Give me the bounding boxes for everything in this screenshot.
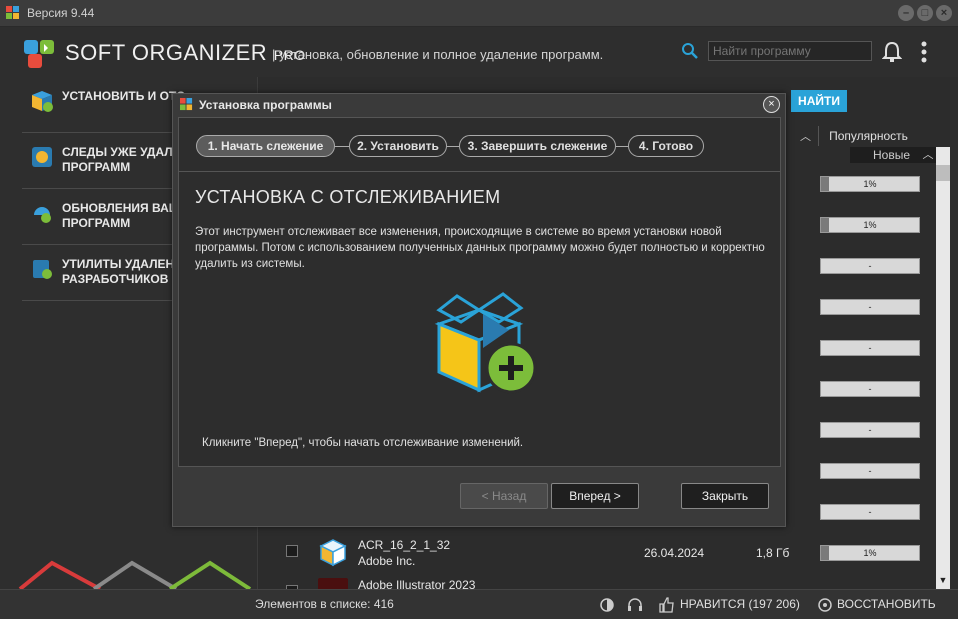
dialog-title: Установка программы <box>199 98 332 112</box>
dialog-title-bar: Установка программы × <box>173 94 785 116</box>
popularity-column-header[interactable]: Популярность <box>818 126 918 146</box>
step-2: 2. Установить <box>349 135 447 157</box>
step-connector <box>447 146 459 147</box>
maximize-button[interactable]: □ <box>917 5 933 21</box>
dialog-hint: Кликните "Вперед", чтобы начать отслежив… <box>202 437 524 449</box>
more-menu-icon[interactable] <box>921 41 927 63</box>
dialog-description: Этот инструмент отслеживает все изменени… <box>195 226 765 270</box>
app-logo-icon <box>180 98 193 111</box>
row-size: 1,8 Гб <box>756 546 790 560</box>
popularity-value: - <box>868 507 872 517</box>
next-button[interactable]: Вперед > <box>551 483 639 509</box>
popularity-bar: 1% <box>820 217 920 233</box>
search-icon[interactable] <box>681 42 699 60</box>
popularity-value: - <box>868 261 872 271</box>
step-3: 3. Завершить слежение <box>459 135 616 157</box>
title-bar: Версия 9.44 – □ × <box>0 0 958 27</box>
sort-selector[interactable]: Новые <box>850 147 920 163</box>
wizard-steps: 1. Начать слежение 2. Установить 3. Заве… <box>179 118 780 172</box>
popularity-bar: - <box>820 504 920 520</box>
row-program-name: Adobe Illustrator 2023 <box>358 578 476 589</box>
find-button[interactable]: НАЙТИ <box>791 90 847 112</box>
utilities-icon <box>33 260 52 279</box>
status-bar: Элементов в списке: 416 НРАВИТСЯ (197 20… <box>0 589 958 619</box>
install-box-icon <box>434 292 537 394</box>
step-4: 4. Готово <box>628 135 704 157</box>
popularity-bar: - <box>820 422 920 438</box>
updates-icon <box>34 207 51 223</box>
minimize-button[interactable]: – <box>898 5 914 21</box>
scroll-down-icon[interactable]: ▼ <box>936 572 950 588</box>
version-label: Версия 9.44 <box>27 6 95 20</box>
popularity-bar: - <box>820 340 920 356</box>
popularity-fill <box>821 177 829 191</box>
step-1: 1. Начать слежение <box>196 135 335 157</box>
row-checkbox[interactable] <box>286 545 298 557</box>
row-program-name: ACR_16_2_1_32 <box>358 538 451 552</box>
package-icon <box>319 539 347 567</box>
popularity-bar: - <box>820 258 920 274</box>
brand-logo-icon <box>24 40 54 68</box>
install-program-dialog: Установка программы × 1. Начать слежение… <box>172 93 786 527</box>
dialog-content: 1. Начать слежение 2. Установить 3. Заве… <box>178 117 781 467</box>
popularity-value: - <box>868 343 872 353</box>
decorative-zigzag <box>18 560 252 589</box>
app-logo-icon <box>6 6 19 19</box>
popularity-fill <box>821 218 829 232</box>
row-date: 26.04.2024 <box>644 546 705 560</box>
header: SOFT ORGANIZER PRO | установка, обновлен… <box>0 27 958 77</box>
popularity-value: 1% <box>863 548 877 558</box>
bell-icon[interactable] <box>882 41 902 63</box>
popularity-bar: - <box>820 299 920 315</box>
install-icon <box>32 91 53 112</box>
popularity-value: 1% <box>863 179 877 189</box>
restore-button[interactable]: ВОССТАНОВИТЬ <box>837 597 936 611</box>
popularity-bar: - <box>820 463 920 479</box>
popularity-value: - <box>868 384 872 394</box>
thumbs-up-icon[interactable] <box>658 596 676 614</box>
dialog-heading: УСТАНОВКА С ОТСЛЕЖИВАНИЕМ <box>195 187 501 207</box>
popularity-value: 1% <box>863 220 877 230</box>
popularity-value: - <box>868 466 872 476</box>
collapse-up-icon[interactable]: ︿ <box>800 128 811 144</box>
support-headset-icon[interactable] <box>626 596 644 614</box>
search-input[interactable] <box>708 41 872 61</box>
popularity-bar: - <box>820 381 920 397</box>
vertical-scrollbar[interactable] <box>936 147 950 589</box>
theme-toggle-icon[interactable] <box>598 596 616 614</box>
dialog-close-icon[interactable]: × <box>763 96 780 113</box>
close-window-button[interactable]: × <box>936 5 952 21</box>
row-publisher: Adobe Inc. <box>358 554 416 568</box>
close-button[interactable]: Закрыть <box>681 483 769 509</box>
step-connector <box>616 146 628 147</box>
step-connector <box>335 146 349 147</box>
popularity-fill <box>821 546 829 560</box>
restore-icon[interactable] <box>816 596 834 614</box>
brand-name: SOFT ORGANIZER PRO <box>65 40 306 65</box>
likes-button[interactable]: НРАВИТСЯ (197 206) <box>680 597 800 611</box>
chevron-up-icon[interactable]: ︿ <box>920 147 936 163</box>
traces-icon <box>32 147 52 167</box>
tagline: | установка, обновление и полное удалени… <box>272 47 604 62</box>
popularity-value: - <box>868 425 872 435</box>
popularity-bar: 1% <box>820 176 920 192</box>
items-count: Элементов в списке: 416 <box>255 597 394 611</box>
back-button[interactable]: < Назад <box>460 483 548 509</box>
popularity-value: - <box>868 302 872 312</box>
scrollbar-thumb[interactable] <box>936 165 950 181</box>
illustrator-icon <box>318 578 348 589</box>
popularity-bar: 1% <box>820 545 920 561</box>
